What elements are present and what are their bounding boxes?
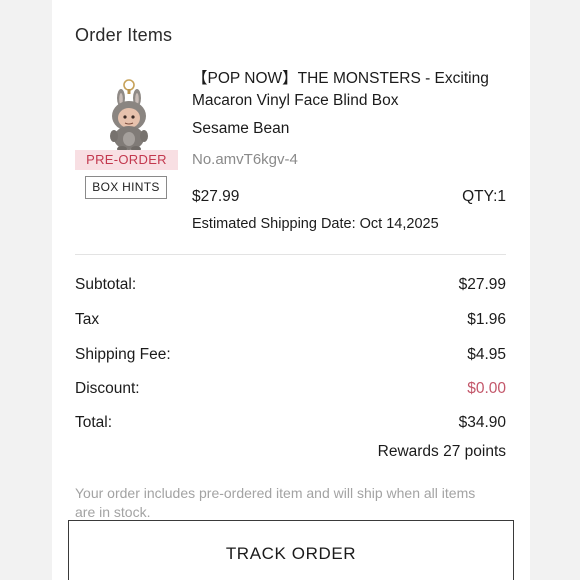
product-image[interactable] xyxy=(84,78,174,152)
shipping-date: Estimated Shipping Date: Oct 14,2025 xyxy=(192,216,439,232)
product-number: No.amvT6kgv-4 xyxy=(192,151,298,168)
subtotal-label: Subtotal: xyxy=(75,276,137,293)
discount-value: $0.00 xyxy=(467,380,506,397)
product-qty: QTY:1 xyxy=(462,188,506,205)
product-variant: Sesame Bean xyxy=(192,120,290,137)
total-value: $34.90 xyxy=(458,414,506,431)
shipping-label: Shipping Fee: xyxy=(75,346,171,363)
order-card: Order Items PRE-ORDER BOX HINTS 【POP NOW… xyxy=(52,0,530,580)
section-title: Order Items xyxy=(75,25,173,45)
tax-label: Tax xyxy=(75,311,100,328)
track-order-button[interactable]: TRACK ORDER xyxy=(68,520,514,580)
tax-row: Tax $1.96 xyxy=(75,311,506,333)
shipping-row: Shipping Fee: $4.95 xyxy=(75,346,506,368)
total-row: Total: $34.90 xyxy=(75,414,506,436)
tax-value: $1.96 xyxy=(467,311,506,328)
discount-row: Discount: $0.00 xyxy=(75,380,506,402)
product-price: $27.99 xyxy=(192,188,240,205)
preorder-note: Your order includes pre-ordered item and… xyxy=(75,485,476,520)
shipping-value: $4.95 xyxy=(467,346,506,363)
rewards-points: Rewards 27 points xyxy=(377,443,506,460)
product-name[interactable]: 【POP NOW】THE MONSTERS - Exciting Macaron… xyxy=(192,68,522,112)
total-label: Total: xyxy=(75,414,113,431)
discount-label: Discount: xyxy=(75,380,140,397)
box-hints-button[interactable]: BOX HINTS xyxy=(85,176,167,199)
subtotal-row: Subtotal: $27.99 xyxy=(75,276,506,298)
subtotal-value: $27.99 xyxy=(458,276,506,293)
divider xyxy=(75,254,506,255)
preorder-badge: PRE-ORDER xyxy=(75,150,178,170)
